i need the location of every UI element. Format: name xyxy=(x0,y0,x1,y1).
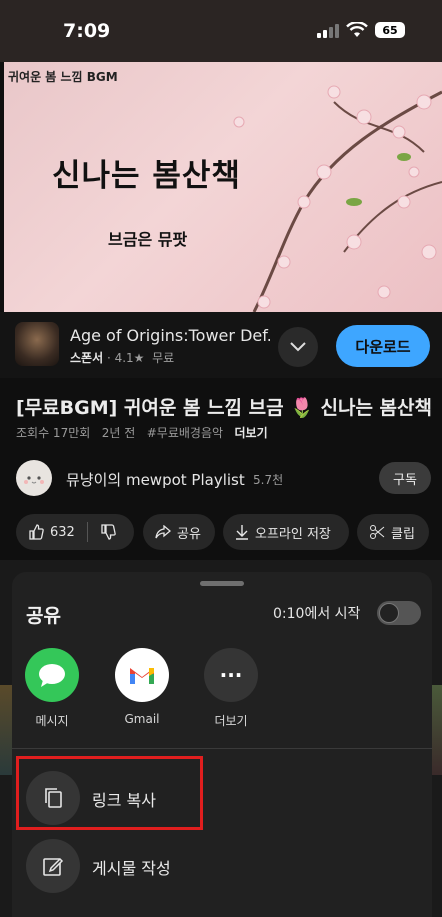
clip-button[interactable]: 클립 xyxy=(357,514,429,550)
share-app-messages[interactable]: 메시지 xyxy=(16,648,88,729)
share-arrow-icon xyxy=(155,525,171,539)
upload-age: 2년 전 xyxy=(101,426,136,440)
toggle-knob xyxy=(379,603,399,623)
share-app-label: Gmail xyxy=(124,712,160,726)
video-overlay-caption: 귀여운 봄 느낌 BGM xyxy=(8,70,118,84)
edit-post-icon xyxy=(26,839,80,893)
gmail-icon xyxy=(115,648,169,702)
highlight-box xyxy=(16,756,203,830)
ad-price: 무료 xyxy=(152,351,175,365)
create-post-option[interactable]: 게시물 작성 xyxy=(24,838,424,894)
wifi-icon xyxy=(346,22,368,37)
video-overlay-title: 신나는 봄산책 xyxy=(52,158,241,194)
share-sheet-title: 공유 xyxy=(26,605,61,627)
message-bubble-icon xyxy=(25,648,79,702)
ad-title: Age of Origins:Tower Def... xyxy=(70,326,270,345)
video-overlay-subtitle: 브금은 뮤팟 xyxy=(108,230,188,249)
thumbs-down-icon xyxy=(101,524,116,540)
more-dots-icon: ··· xyxy=(204,648,258,702)
start-at-label: 0:10에서 시작 xyxy=(273,606,361,622)
share-sheet: 공유 0:10에서 시작 메시지 Gmail ··· 더보기 링크 복사 게시물… xyxy=(12,572,432,917)
channel-name: 뮤냥이의 mewpot Playlist xyxy=(66,471,245,489)
status-time: 7:09 xyxy=(63,20,111,42)
share-label: 공유 xyxy=(177,526,201,542)
background-video-edge-left xyxy=(0,685,12,775)
ad-meta: 스폰서 · 4.1★ 무료 xyxy=(70,351,175,365)
status-bar: 7:09 65 xyxy=(0,0,442,62)
hashtag[interactable]: #무료배경음악 xyxy=(147,426,223,440)
share-app-gmail[interactable]: Gmail xyxy=(106,648,178,726)
subscribe-button[interactable]: 구독 xyxy=(379,462,431,494)
signal-icon xyxy=(317,24,339,38)
create-post-label: 게시물 작성 xyxy=(92,859,171,878)
scissors-icon xyxy=(370,525,385,539)
share-app-label: 메시지 xyxy=(35,714,69,728)
offline-save-button[interactable]: 오프라인 저장 xyxy=(223,514,349,550)
offline-save-label: 오프라인 저장 xyxy=(255,526,331,542)
clip-label: 클립 xyxy=(391,526,415,542)
ad-rating: 4.1★ xyxy=(114,351,145,365)
sponsored-ad[interactable]: Age of Origins:Tower Def... 스폰서 · 4.1★ 무… xyxy=(0,312,442,378)
share-app-more[interactable]: ··· 더보기 xyxy=(195,648,267,729)
channel-avatar[interactable] xyxy=(16,460,52,496)
ad-download-button[interactable]: 다운로드 xyxy=(336,325,430,367)
battery-level: 65 xyxy=(382,23,398,37)
channel-row[interactable]: 뮤냥이의 mewpot Playlist 5.7천 구독 xyxy=(16,460,436,500)
like-dislike-pill[interactable]: 632 xyxy=(16,514,134,550)
sheet-drag-handle[interactable] xyxy=(200,581,244,586)
video-meta: 조회수 17만회 2년 전 #무료배경음악 더보기 xyxy=(16,424,268,441)
chevron-down-icon xyxy=(290,342,306,352)
cat-face-icon xyxy=(24,476,44,484)
background-video-edge-right xyxy=(432,685,442,775)
view-count: 조회수 17만회 xyxy=(16,426,91,440)
subscriber-count: 5.7천 xyxy=(253,473,284,487)
video-title: [무료BGM] 귀여운 봄 느낌 브금 🌷 신나는 봄산책 xyxy=(16,397,432,419)
ad-thumbnail xyxy=(15,322,59,366)
ad-expand-button[interactable] xyxy=(278,327,318,367)
battery-icon: 65 xyxy=(375,22,405,38)
video-player[interactable]: 귀여운 봄 느낌 BGM 신나는 봄산책 브금은 뮤팟 xyxy=(4,62,442,312)
sheet-divider xyxy=(12,748,432,749)
share-app-label: 더보기 xyxy=(214,714,248,728)
download-icon xyxy=(236,525,248,540)
thumbs-up-icon xyxy=(29,524,44,540)
share-button[interactable]: 공유 xyxy=(143,514,215,550)
start-at-toggle[interactable] xyxy=(377,601,421,625)
more-link[interactable]: 더보기 xyxy=(234,426,267,440)
ad-sponsor-label: 스폰서 xyxy=(70,351,104,365)
like-count: 632 xyxy=(50,524,75,540)
